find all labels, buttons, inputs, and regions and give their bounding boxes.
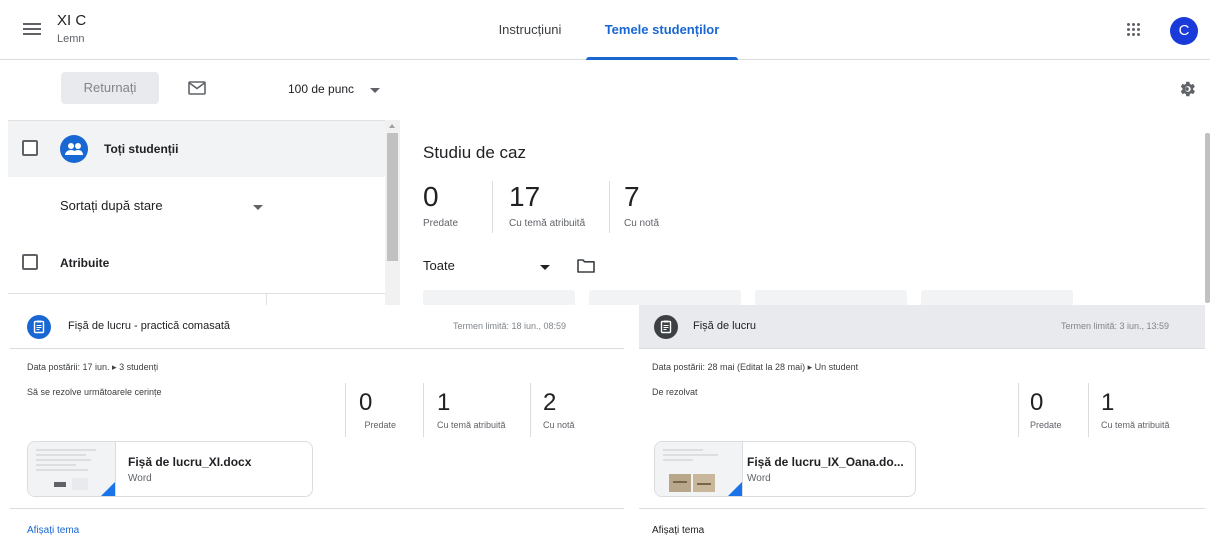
stat-turned-in[interactable]: 0 Predate — [423, 180, 458, 229]
stat-label: Cu notă — [624, 218, 660, 229]
stat-value: 0 — [1030, 389, 1044, 416]
points-select[interactable]: 100 de punc — [288, 82, 388, 96]
email-icon[interactable] — [188, 81, 206, 100]
divider — [423, 383, 424, 437]
all-students-label: Toți studenții — [104, 142, 179, 156]
due-date: Termen limită: 18 iun., 08:59 — [453, 321, 567, 331]
divider — [1088, 383, 1089, 437]
card-header[interactable]: Fișă de lucru Termen limită: 3 iun., 13:… — [639, 305, 1205, 349]
assignment-card: Fișă de lucru Termen limită: 3 iun., 13:… — [639, 305, 1205, 544]
show-assignment-link[interactable]: Afișați tema — [652, 525, 704, 536]
chevron-down-icon — [253, 205, 263, 210]
stat-assigned[interactable]: 1 Cu temă atribuită — [1101, 389, 1191, 430]
attachment-type: Word — [747, 473, 771, 484]
student-card-placeholder — [755, 290, 907, 305]
card-title: Fișă de lucru - practică comasată — [68, 320, 231, 332]
attachment-name: Fișă de lucru_XI.docx — [128, 455, 252, 469]
card-header[interactable]: Fișă de lucru - practică comasată Termen… — [10, 305, 624, 349]
active-tab-indicator — [586, 57, 738, 60]
document-thumbnail — [655, 442, 743, 496]
attachment-name: Fișă de lucru_IX_Oana.do... — [747, 455, 904, 469]
tab-student-work-label: Temele studenților — [604, 22, 720, 37]
main-menu-icon[interactable] — [20, 20, 44, 40]
assignment-icon — [27, 315, 51, 339]
scrollbar-thumb[interactable] — [1205, 133, 1210, 303]
stat-graded[interactable]: 2 Cu notă — [543, 389, 583, 430]
assignment-card: Fișă de lucru - practică comasată Termen… — [10, 305, 624, 544]
stat-assigned[interactable]: 17 Cu temă atribuită — [509, 180, 585, 229]
stat-label: Predate — [423, 218, 459, 229]
divider — [345, 383, 346, 437]
all-students-checkbox[interactable] — [22, 140, 38, 156]
google-apps-icon[interactable] — [1126, 22, 1142, 38]
word-corner-icon — [101, 482, 115, 496]
sort-dropdown[interactable]: Sortați după stare — [60, 198, 163, 213]
document-thumbnail — [28, 442, 116, 496]
all-students-row[interactable]: Toți studenții — [8, 121, 385, 177]
stat-value: 1 — [437, 389, 451, 416]
filter-dropdown[interactable]: Toate — [423, 258, 455, 273]
divider — [492, 181, 493, 233]
divider — [8, 293, 385, 294]
posted-date: Data postării: 28 mai (Editat la 28 mai)… — [652, 362, 859, 372]
assignment-title: Studiu de caz — [423, 143, 527, 162]
assignment-icon — [654, 315, 678, 339]
show-assignment-link[interactable]: Afișați tema — [27, 525, 79, 536]
student-list-panel: Toți studenții Sortați după stare Atribu… — [8, 120, 385, 305]
stat-label: Cu notă — [543, 420, 575, 430]
stat-value: 2 — [543, 389, 557, 416]
attachment-type: Word — [128, 473, 152, 484]
divider — [609, 181, 610, 233]
due-date: Termen limită: 3 iun., 13:59 — [1061, 321, 1170, 331]
stat-value: 0 — [423, 181, 439, 212]
class-section: Lemn — [57, 33, 85, 45]
chevron-down-icon — [540, 265, 550, 270]
card-description: Să se rezolve următoarele cerințe — [27, 387, 162, 397]
tab-student-work[interactable]: Temele studenților — [586, 0, 738, 60]
stat-label: Predate — [1030, 420, 1062, 430]
stat-value: 7 — [624, 181, 640, 212]
stat-label: Cu temă atribuită — [1101, 420, 1170, 430]
stat-value: 1 — [1101, 389, 1115, 416]
stat-label: Predate — [364, 420, 396, 430]
card-title: Fișă de lucru — [693, 320, 756, 332]
stat-turned-in[interactable]: 0 Predate — [357, 389, 396, 430]
top-bar: XI C Lemn Instrucțiuni Temele studențilo… — [0, 0, 1210, 60]
gear-icon[interactable] — [1177, 79, 1197, 104]
assigned-group-checkbox[interactable] — [22, 254, 38, 270]
stat-turned-in[interactable]: 0 Predate — [1030, 389, 1076, 430]
divider — [1018, 383, 1019, 437]
stat-label: Cu temă atribuită — [437, 420, 506, 430]
attachment-chip[interactable]: Fișă de lucru_XI.docx Word — [27, 441, 313, 497]
points-value: 100 de punc — [288, 82, 355, 96]
card-description: De rezolvat — [652, 387, 698, 397]
class-name[interactable]: XI C — [57, 12, 86, 29]
folder-icon[interactable] — [577, 258, 595, 278]
stat-value: 0 — [359, 389, 373, 416]
tab-instructions[interactable]: Instrucțiuni — [480, 0, 580, 60]
scroll-up-arrow-icon[interactable] — [389, 124, 395, 128]
stat-label: Cu temă atribuită — [509, 218, 586, 229]
divider — [10, 508, 624, 509]
chevron-down-icon — [370, 88, 380, 93]
account-avatar[interactable]: C — [1170, 17, 1198, 45]
student-card-placeholder — [423, 290, 575, 305]
assigned-group-label: Atribuite — [60, 256, 110, 270]
divider — [530, 383, 531, 437]
posted-date: Data postării: 17 iun. ▸ 3 studenți — [27, 362, 159, 372]
group-icon — [60, 135, 88, 163]
student-card-placeholder — [921, 290, 1073, 305]
student-card-placeholder — [589, 290, 741, 305]
assignment-detail-panel: Studiu de caz 0 Predate 17 Cu temă atrib… — [401, 120, 1210, 305]
stat-assigned[interactable]: 1 Cu temă atribuită — [437, 389, 522, 430]
attachment-chip[interactable]: Fișă de lucru_IX_Oana.do... Word — [654, 441, 916, 497]
word-corner-icon — [728, 482, 742, 496]
divider — [639, 508, 1205, 509]
scrollbar-thumb[interactable] — [387, 133, 398, 261]
stat-graded[interactable]: 7 Cu notă — [624, 180, 659, 229]
divider — [266, 293, 267, 305]
stat-value: 17 — [509, 181, 541, 212]
return-button[interactable]: Returnați — [61, 72, 159, 104]
